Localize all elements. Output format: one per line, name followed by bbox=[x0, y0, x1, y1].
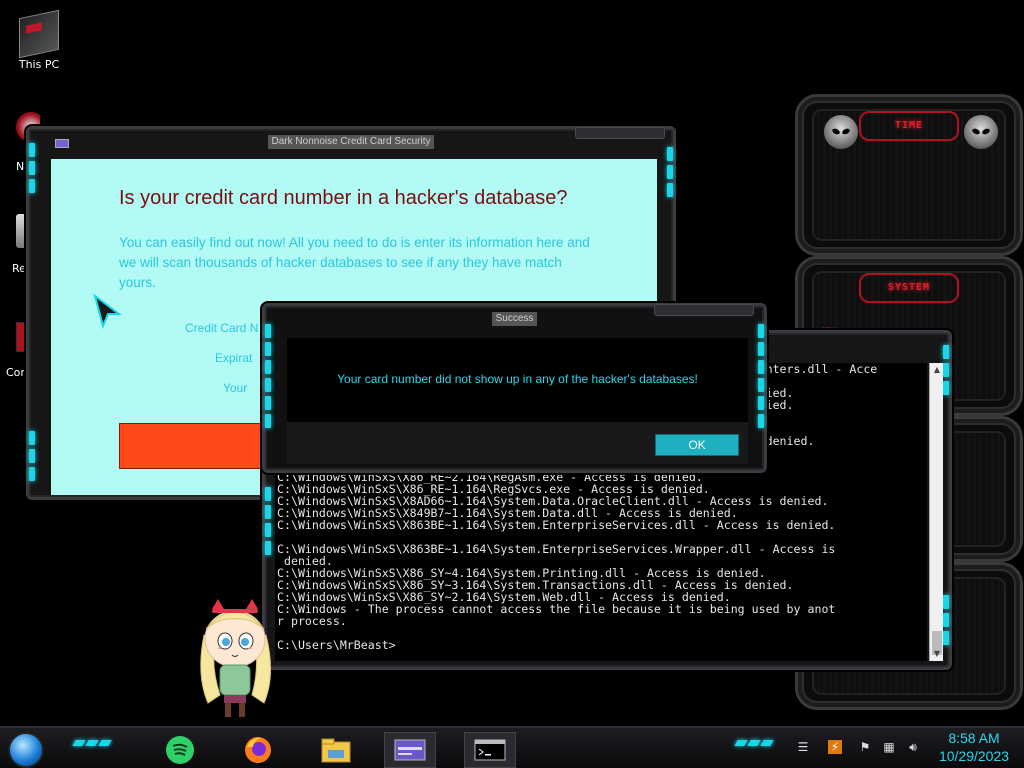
your-label: Your bbox=[223, 381, 248, 395]
expiration-label: Expirat bbox=[215, 351, 253, 365]
app-tray-icon[interactable]: ⚡ bbox=[828, 740, 842, 754]
clock-date[interactable]: 10/29/2023 bbox=[930, 748, 1018, 764]
computer-icon bbox=[19, 9, 59, 59]
scroll-up-icon[interactable]: ▲ bbox=[932, 365, 942, 375]
scroll-down-icon[interactable]: ▼ bbox=[932, 649, 942, 659]
dialog-message: Your card number did not show up in any … bbox=[337, 372, 698, 386]
window-titlebar[interactable]: Dark Nonnoise Credit Card Security bbox=[29, 129, 673, 151]
description-text: You can easily find out now! All you nee… bbox=[119, 235, 590, 290]
side-lights-left bbox=[263, 483, 273, 559]
alien-head-icon bbox=[824, 115, 858, 149]
card-number-label: Credit Card N bbox=[185, 321, 259, 335]
terminal-line: r process. bbox=[277, 614, 347, 628]
flag-icon[interactable]: ⚑ bbox=[858, 740, 872, 754]
window-title: Dark Nonnoise Credit Card Security bbox=[267, 135, 435, 149]
clock-time[interactable]: 8:58 AM bbox=[934, 730, 1014, 746]
command-prompt-icon bbox=[474, 739, 506, 761]
taskbar-app-firefox[interactable] bbox=[232, 732, 284, 768]
network-icon[interactable]: ▦ bbox=[882, 740, 896, 754]
dialog-titlebar[interactable]: Success bbox=[265, 306, 764, 328]
volume-icon[interactable]: 🔊︎ bbox=[906, 740, 920, 754]
terminal-line: C:\Windows\WinSxS\X863BE~1.164\System.En… bbox=[277, 518, 836, 532]
taskbar-app-file-explorer[interactable] bbox=[310, 732, 362, 768]
taskbar-app-spotify[interactable] bbox=[154, 732, 206, 768]
page-title: Is your credit card number in a hacker's… bbox=[119, 187, 568, 209]
taskbar-app-card-app[interactable] bbox=[384, 732, 436, 768]
dialog-button-bar: OK bbox=[287, 422, 748, 464]
firefox-icon bbox=[245, 737, 271, 763]
dialog-title: Success bbox=[491, 312, 538, 326]
taskbar-lights bbox=[734, 740, 774, 746]
time-plate: TIME bbox=[859, 111, 959, 141]
side-lights-right bbox=[756, 320, 766, 432]
system-plate: SYSTEM bbox=[859, 273, 959, 303]
start-button[interactable] bbox=[8, 732, 44, 768]
desktop-icon-this-pc[interactable]: This PC bbox=[4, 9, 74, 71]
success-dialog[interactable]: Success Your card number did not show up… bbox=[262, 303, 767, 473]
side-lights-left bbox=[27, 139, 37, 197]
side-lights-right bbox=[665, 143, 675, 201]
star-butterfly-sticker bbox=[200, 599, 272, 717]
terminal-line: C:\Windows - The process cannot access t… bbox=[277, 602, 836, 616]
side-lights-left-lower bbox=[27, 427, 37, 485]
terminal-line: C:\Windows\WinSxS\X863BE~1.164\System.En… bbox=[277, 542, 836, 556]
alien-head-icon bbox=[964, 115, 998, 149]
message-area: Your card number did not show up in any … bbox=[287, 338, 748, 422]
spotify-icon bbox=[166, 736, 194, 764]
cursor-icon bbox=[93, 294, 122, 330]
taskbar-lights bbox=[72, 740, 112, 746]
terminal-line: C:\Users\MrBeast> bbox=[277, 638, 396, 652]
side-lights-left bbox=[263, 320, 273, 432]
ok-button[interactable]: OK bbox=[655, 434, 739, 456]
folder-icon bbox=[321, 738, 351, 763]
taskbar: ☰ ⚡ ⚑ ▦ 🔊︎ 8:58 AM 10/29/2023 bbox=[0, 726, 1024, 768]
card-app-icon bbox=[394, 739, 426, 761]
taskbar-app-command-prompt[interactable] bbox=[464, 732, 516, 768]
desktop-icon-label: This PC bbox=[18, 58, 60, 71]
show-hidden-icons-icon[interactable]: ☰ bbox=[796, 740, 810, 754]
vertical-scrollbar[interactable]: ▲ ▼ bbox=[929, 363, 943, 661]
time-gadget: TIME bbox=[795, 94, 1023, 256]
